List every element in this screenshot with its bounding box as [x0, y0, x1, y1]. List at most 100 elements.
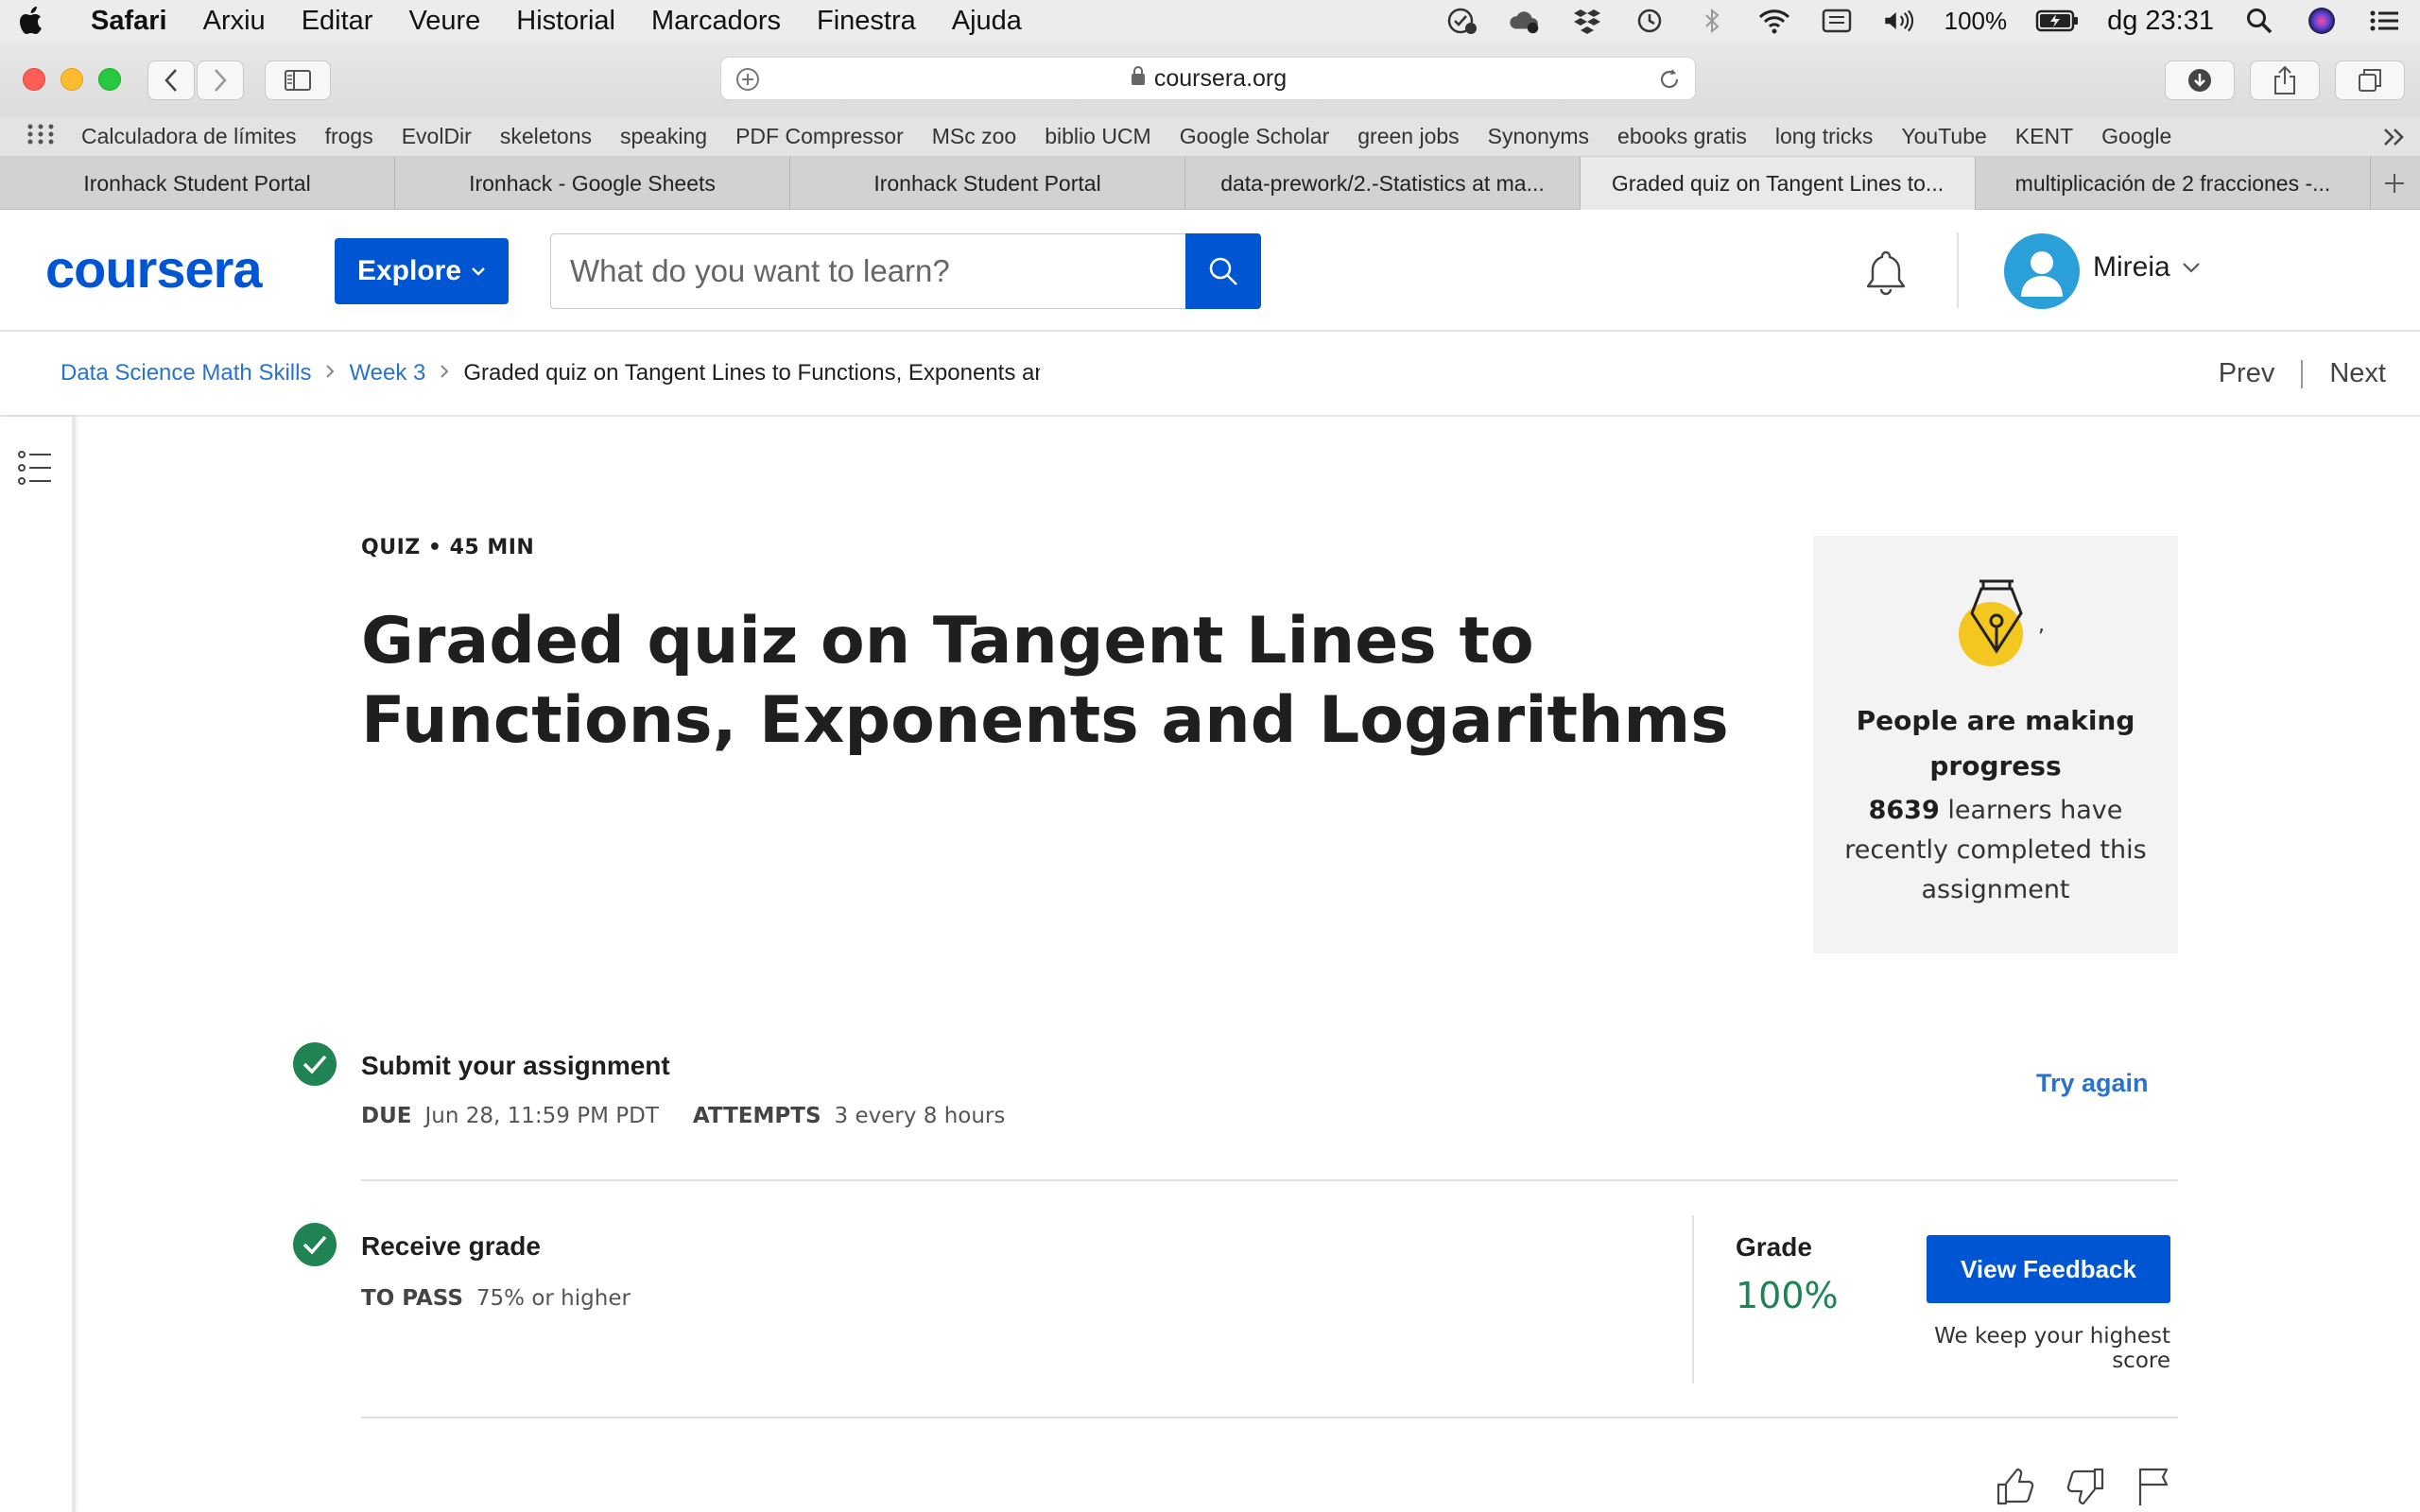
quiz-content: QUIZ • 45 MIN Graded quiz on Tangent Lin…: [79, 417, 2420, 1512]
battery-percent[interactable]: 100%: [1945, 7, 2008, 36]
bookmark-item[interactable]: Google: [2101, 124, 2171, 149]
due-value: Jun 28, 11:59 PM PDT: [424, 1104, 659, 1128]
menu-editar[interactable]: Editar: [302, 6, 373, 37]
reload-icon[interactable]: [1657, 66, 1682, 99]
browser-tab[interactable]: Ironhack - Google Sheets: [395, 157, 790, 210]
bookmark-item[interactable]: green jobs: [1357, 124, 1459, 149]
browser-toolbar: coursera.org: [0, 42, 2420, 117]
bookmark-item[interactable]: Google Scholar: [1180, 124, 1330, 149]
section-divider: [361, 1417, 2178, 1418]
to-pass-value: 75% or higher: [475, 1286, 631, 1311]
time-machine-icon[interactable]: [1633, 7, 1667, 35]
learner-progress-card: , People are making progress 8639 learne…: [1813, 536, 2178, 954]
chevron-down-icon: [472, 267, 485, 276]
tabs-icon: [2359, 69, 2381, 92]
bookmark-item[interactable]: Synonyms: [1488, 124, 1589, 149]
forward-button[interactable]: [197, 60, 244, 100]
menu-arxiu[interactable]: Arxiu: [203, 6, 266, 37]
more-bookmarks-icon[interactable]: [2382, 125, 2407, 154]
back-button[interactable]: [147, 60, 195, 100]
bookmark-item[interactable]: long tricks: [1775, 124, 1874, 149]
chevron-right-icon: [439, 361, 450, 386]
bookmarks-bar: Calculadora de límites frogs EvolDir ske…: [0, 117, 2420, 157]
browser-tab-active[interactable]: Graded quiz on Tangent Lines to...: [1581, 157, 1976, 210]
new-tab-button[interactable]: [2371, 157, 2418, 209]
bookmark-item[interactable]: ebooks gratis: [1617, 124, 1747, 149]
bluetooth-icon[interactable]: [1695, 7, 1729, 35]
breadcrumb-week-link[interactable]: Week 3: [349, 360, 425, 387]
spotlight-search-icon[interactable]: [2242, 7, 2276, 35]
notification-center-icon[interactable]: [2367, 7, 2401, 35]
bookmark-item[interactable]: MSc zoo: [932, 124, 1016, 149]
macos-menubar: Safari Arxiu Editar Veure Historial Marc…: [0, 0, 2420, 42]
course-outline-list-icon[interactable]: [17, 449, 53, 491]
search-input[interactable]: What do you want to learn?: [550, 233, 1187, 309]
bookmark-item[interactable]: KENT: [2015, 124, 2073, 149]
volume-icon[interactable]: [1882, 7, 1916, 35]
lock-icon: [1130, 65, 1147, 93]
menu-marcadors[interactable]: Marcadors: [651, 6, 781, 37]
attempts-value: 3 every 8 hours: [834, 1104, 1006, 1128]
add-bookmark-icon[interactable]: [735, 66, 761, 99]
share-button[interactable]: [2250, 60, 2320, 100]
user-avatar[interactable]: [2004, 233, 2080, 309]
search-button[interactable]: [1185, 233, 1261, 309]
cloud-icon[interactable]: [1508, 7, 1542, 35]
tab-bar: Ironhack Student Portal Ironhack - Googl…: [0, 157, 2420, 210]
keyboard-input-icon[interactable]: [1820, 7, 1854, 35]
sidebar-toggle-button[interactable]: [265, 60, 331, 100]
browser-tab[interactable]: Ironhack Student Portal: [0, 157, 395, 210]
try-again-link[interactable]: Try again: [2036, 1069, 2149, 1098]
grade-divider: [1692, 1215, 1694, 1383]
browser-tab[interactable]: multiplicación de 2 fracciones -...: [1976, 157, 2371, 210]
coursera-logo[interactable]: coursera: [45, 238, 263, 300]
download-icon: [2188, 69, 2211, 92]
thumbs-down-icon[interactable]: [2065, 1466, 2106, 1512]
minimize-window-button[interactable]: [60, 68, 83, 91]
menu-historial[interactable]: Historial: [516, 6, 615, 37]
browser-tab[interactable]: Ironhack Student Portal: [790, 157, 1185, 210]
flag-icon[interactable]: [2135, 1466, 2172, 1512]
address-bar[interactable]: coursera.org: [720, 57, 1696, 100]
bookmark-item[interactable]: frogs: [325, 124, 373, 149]
view-feedback-button[interactable]: View Feedback: [1927, 1235, 2170, 1303]
close-window-button[interactable]: [23, 68, 45, 91]
apple-logo-icon[interactable]: [19, 5, 47, 37]
tab-overview-button[interactable]: [2335, 60, 2405, 100]
sync-check-icon[interactable]: [1445, 7, 1479, 35]
menu-veure[interactable]: Veure: [408, 6, 480, 37]
breadcrumb-bar: Data Science Math Skills Week 3 Graded q…: [0, 332, 2420, 417]
bookmark-item[interactable]: biblio UCM: [1045, 124, 1150, 149]
browser-tab[interactable]: data-prework/2.-Statistics at ma...: [1185, 157, 1581, 210]
explore-button[interactable]: Explore: [335, 238, 509, 304]
breadcrumb-course-link[interactable]: Data Science Math Skills: [60, 360, 311, 387]
explore-label: Explore: [356, 255, 462, 286]
dropbox-icon[interactable]: [1570, 7, 1604, 35]
plus-icon: [2385, 173, 2404, 193]
prev-link[interactable]: Prev: [2219, 358, 2275, 389]
to-pass-label: TO PASS: [361, 1286, 463, 1311]
wifi-icon[interactable]: [1757, 7, 1791, 35]
highest-score-note: We keep your highest score: [1934, 1324, 2170, 1373]
battery-charging-icon[interactable]: [2035, 7, 2079, 35]
bookmark-item[interactable]: Calculadora de límites: [81, 124, 297, 149]
thumbs-up-icon[interactable]: [1995, 1466, 2036, 1512]
bookmark-item[interactable]: PDF Compressor: [735, 124, 904, 149]
menu-finestra[interactable]: Finestra: [817, 6, 916, 37]
bookmark-item[interactable]: YouTube: [1901, 124, 1986, 149]
menu-app-safari[interactable]: Safari: [91, 6, 167, 37]
zoom-window-button[interactable]: [98, 68, 121, 91]
downloads-button[interactable]: [2165, 60, 2235, 100]
chevron-right-icon: [324, 361, 336, 386]
menu-ajuda[interactable]: Ajuda: [952, 6, 1022, 37]
next-link[interactable]: Next: [2329, 358, 2386, 389]
menubar-clock[interactable]: dg 23:31: [2107, 6, 2214, 37]
user-menu[interactable]: Mireia: [2093, 251, 2201, 284]
bookmark-item[interactable]: skeletons: [500, 124, 592, 149]
notifications-bell-icon[interactable]: [1862, 248, 1910, 303]
url-text: coursera.org: [1153, 64, 1288, 92]
apps-grid-icon[interactable]: [26, 123, 55, 151]
bookmark-item[interactable]: speaking: [620, 124, 707, 149]
siri-icon[interactable]: [2305, 7, 2339, 35]
bookmark-item[interactable]: EvolDir: [402, 124, 472, 149]
